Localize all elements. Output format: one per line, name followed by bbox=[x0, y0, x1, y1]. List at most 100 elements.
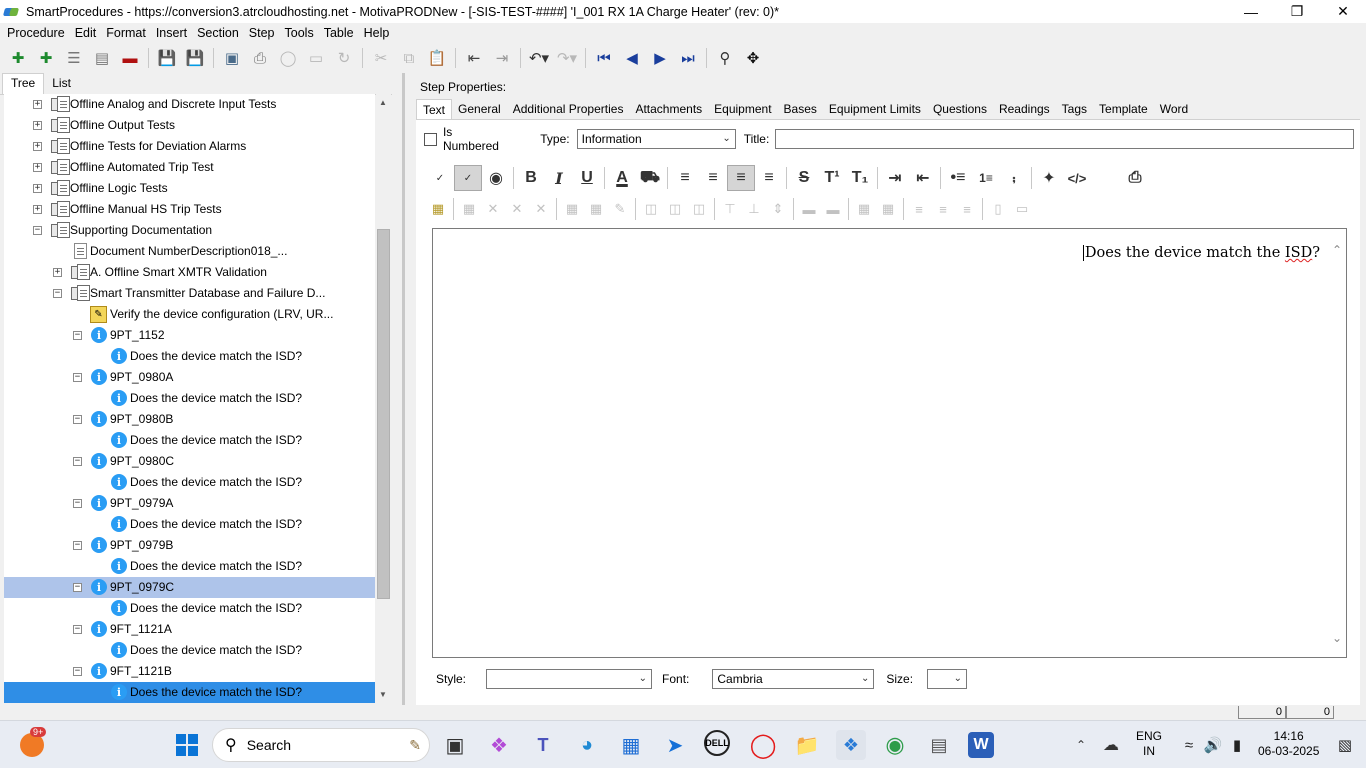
strikethrough-icon[interactable]: S bbox=[790, 165, 818, 191]
editor-scrollbar[interactable]: ⌃ ⌄ bbox=[1332, 243, 1344, 645]
title-input[interactable] bbox=[775, 129, 1355, 149]
meet-now-icon[interactable]: ☁ bbox=[1096, 730, 1126, 760]
menu-edit[interactable]: Edit bbox=[71, 26, 101, 40]
table-center-icon[interactable]: ≡ bbox=[931, 198, 955, 220]
store-icon[interactable]: ▦ bbox=[616, 730, 646, 760]
superscript-icon[interactable]: T¹ bbox=[818, 165, 846, 191]
indent-icon[interactable]: ⇥ bbox=[491, 47, 513, 69]
tree-row[interactable]: i Does the device match the ISD? bbox=[4, 598, 375, 619]
add-substep-icon[interactable]: ✚ bbox=[35, 47, 57, 69]
column-width-icon[interactable]: ◫ bbox=[687, 198, 711, 220]
tab-bases[interactable]: Bases bbox=[778, 99, 823, 119]
undo-icon[interactable]: ↶▾ bbox=[528, 47, 550, 69]
row-height-icon[interactable]: ⇕ bbox=[766, 198, 790, 220]
merge-cells-icon[interactable]: ▦ bbox=[560, 198, 584, 220]
procedure-tree[interactable]: + Offline Analog and Discrete Input Tests… bbox=[4, 94, 375, 703]
tab-template[interactable]: Template bbox=[1093, 99, 1154, 119]
maximize-button[interactable]: ❐ bbox=[1274, 0, 1320, 23]
insert-row-icon[interactable]: ▦ bbox=[457, 198, 481, 220]
save-icon[interactable]: 💾 bbox=[184, 47, 206, 69]
tab-equipment[interactable]: Equipment bbox=[708, 99, 777, 119]
tree-row[interactable]: − i 9PT_0980B bbox=[4, 409, 375, 430]
widgets-icon[interactable]: 9+ bbox=[20, 727, 47, 757]
cell-properties-icon[interactable]: ✎ bbox=[608, 198, 632, 220]
highlight-icon[interactable]: ⛟ bbox=[636, 165, 664, 191]
tree-row[interactable]: + Offline Tests for Deviation Alarms bbox=[4, 136, 375, 157]
tab-general[interactable]: General bbox=[452, 99, 507, 119]
menu-procedure[interactable]: Procedure bbox=[3, 26, 69, 40]
table-align-icon[interactable]: ▦ bbox=[852, 198, 876, 220]
tab-tags[interactable]: Tags bbox=[1056, 99, 1093, 119]
column-left-icon[interactable]: ◫ bbox=[639, 198, 663, 220]
tree-row[interactable]: + Offline Manual HS Trip Tests bbox=[4, 199, 375, 220]
font-select[interactable]: Cambria ⌄ bbox=[712, 669, 875, 689]
align-center-icon[interactable]: ≡ bbox=[699, 165, 727, 191]
tree-row[interactable]: i Does the device match the ISD? bbox=[4, 472, 375, 493]
redo-icon[interactable]: ↷▾ bbox=[556, 47, 578, 69]
collapse-icon[interactable]: − bbox=[73, 331, 82, 340]
tree-row[interactable]: i Does the device match the ISD? bbox=[4, 556, 375, 577]
tab-list[interactable]: List bbox=[44, 74, 79, 94]
font-color-icon[interactable]: A bbox=[608, 165, 636, 191]
next-step-icon[interactable]: ▶ bbox=[649, 47, 671, 69]
print-icon[interactable]: ⎙ bbox=[1121, 165, 1149, 191]
menu-section[interactable]: Section bbox=[193, 26, 243, 40]
tree-row[interactable]: + A. Offline Smart XMTR Validation bbox=[4, 262, 375, 283]
taskbar-search[interactable]: ⚲ Search ✎ bbox=[212, 728, 430, 762]
first-step-icon[interactable]: ⏮ bbox=[593, 47, 615, 69]
horizontal-line-icon[interactable]: ▭ bbox=[1010, 198, 1034, 220]
tree-row[interactable]: − i 9PT_0979C bbox=[4, 577, 375, 598]
file-explorer-icon[interactable]: 📁 bbox=[792, 730, 822, 760]
menu-step[interactable]: Step bbox=[245, 26, 279, 40]
sync-icon[interactable]: ↻ bbox=[333, 47, 355, 69]
chrome-icon[interactable]: ◉ bbox=[880, 730, 910, 760]
tree-row[interactable]: Document NumberDescription018_... bbox=[4, 241, 375, 262]
tree-row[interactable]: − Smart Transmitter Database and Failure … bbox=[4, 283, 375, 304]
tree-row[interactable]: + Offline Automated Trip Test bbox=[4, 157, 375, 178]
tree-row[interactable]: − i 9PT_0979A bbox=[4, 493, 375, 514]
collapse-icon[interactable]: − bbox=[73, 373, 82, 382]
battery-icon[interactable]: ▮ bbox=[1222, 730, 1252, 760]
outdent-icon[interactable]: ⇤ bbox=[463, 47, 485, 69]
underline-icon[interactable]: U bbox=[573, 165, 601, 191]
collapse-icon[interactable]: − bbox=[73, 625, 82, 634]
tree-row[interactable]: ✎ Verify the device configuration (LRV, U… bbox=[4, 304, 375, 325]
spell-check-icon[interactable]: ✓ bbox=[426, 165, 454, 191]
menu-help[interactable]: Help bbox=[360, 26, 394, 40]
tab-additional-properties[interactable]: Additional Properties bbox=[507, 99, 630, 119]
teams-icon[interactable]: T bbox=[528, 730, 558, 760]
cut-icon[interactable]: ✂ bbox=[370, 47, 392, 69]
word-icon[interactable]: W bbox=[968, 732, 994, 758]
paste-icon[interactable]: 📋 bbox=[426, 47, 448, 69]
expand-icon[interactable]: + bbox=[33, 142, 42, 151]
menu-format[interactable]: Format bbox=[102, 26, 150, 40]
tree-row[interactable]: + Offline Logic Tests bbox=[4, 178, 375, 199]
tab-tree[interactable]: Tree bbox=[2, 73, 45, 94]
table-border-icon[interactable]: ▬ bbox=[797, 198, 821, 220]
scroll-down-icon[interactable]: ⌄ bbox=[1332, 631, 1342, 645]
scroll-down-icon[interactable]: ▼ bbox=[379, 690, 387, 699]
html-source-icon[interactable]: </> bbox=[1063, 165, 1091, 191]
print-icon[interactable]: ⎙ bbox=[249, 47, 271, 69]
properties-icon[interactable]: ▤ bbox=[91, 47, 113, 69]
collapse-icon[interactable]: − bbox=[73, 541, 82, 550]
step-text-editor[interactable]: Does the device match the ISD? ⌃ ⌄ bbox=[432, 228, 1347, 658]
tree-row[interactable]: i Does the device match the ISD? bbox=[4, 514, 375, 535]
window-icon[interactable]: ▭ bbox=[305, 47, 327, 69]
insert-table-icon[interactable]: ▦ bbox=[426, 198, 450, 220]
expand-icon[interactable]: + bbox=[33, 184, 42, 193]
move-icon[interactable]: ✥ bbox=[742, 47, 764, 69]
table-grid-icon[interactable]: ▦ bbox=[876, 198, 900, 220]
column-right-icon[interactable]: ◫ bbox=[663, 198, 687, 220]
tree-row[interactable]: i Does the device match the ISD? bbox=[4, 388, 375, 409]
increase-indent-icon[interactable]: ⇥ bbox=[881, 165, 909, 191]
insert-line-icon[interactable]: ⨾ bbox=[1000, 165, 1028, 191]
menu-insert[interactable]: Insert bbox=[152, 26, 191, 40]
dell-icon[interactable]: DELL bbox=[704, 730, 730, 756]
tab-equipment-limits[interactable]: Equipment Limits bbox=[823, 99, 927, 119]
bold-icon[interactable]: B bbox=[517, 165, 545, 191]
step-text-content[interactable]: Does the device match the ISD? bbox=[1082, 245, 1320, 261]
previous-step-icon[interactable]: ◀ bbox=[621, 47, 643, 69]
delete-table-icon[interactable]: ✕ bbox=[529, 198, 553, 220]
spell-check-as-you-type-icon[interactable]: ✓ bbox=[454, 165, 482, 191]
